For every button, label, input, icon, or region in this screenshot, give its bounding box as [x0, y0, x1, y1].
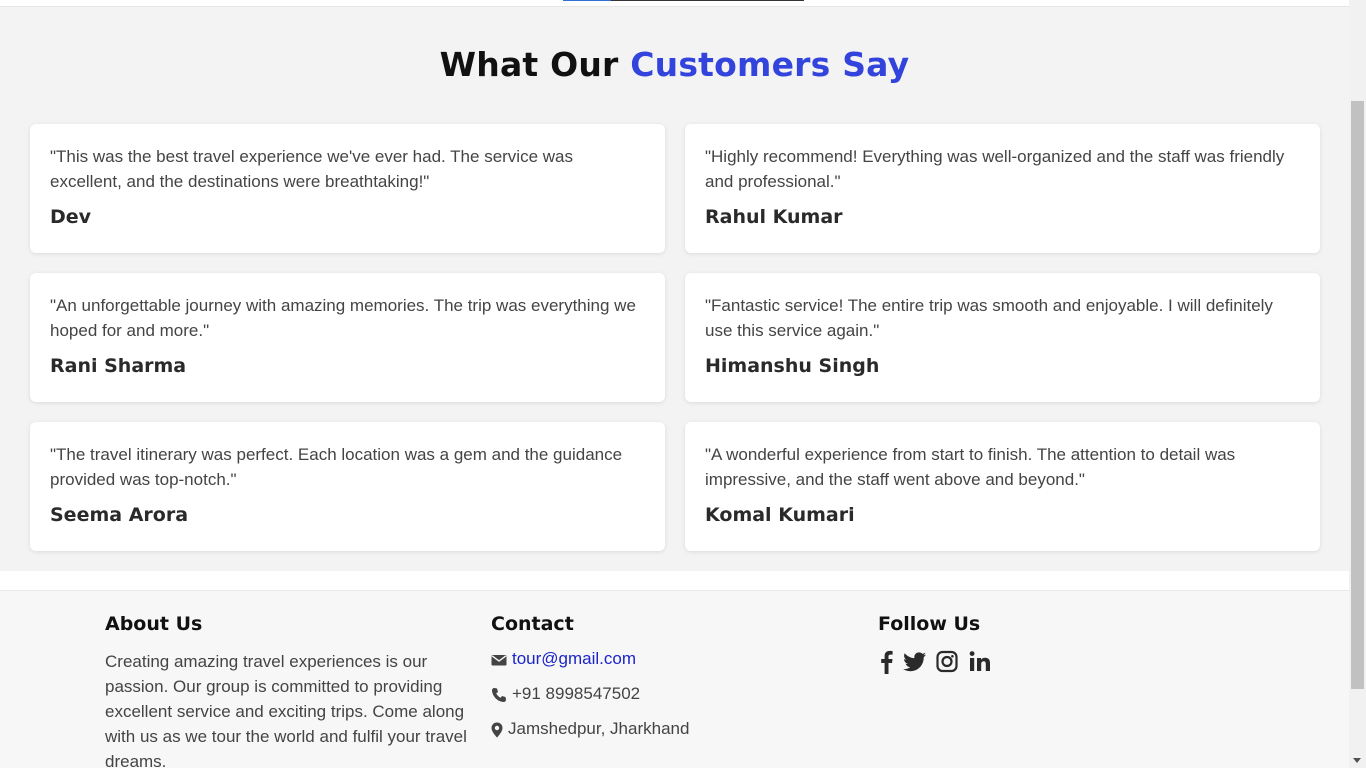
footer-divider: [0, 571, 1349, 591]
testimonial-quote: "This was the best travel experience we'…: [50, 147, 573, 191]
testimonial-quote: "Highly recommend! Everything was well-o…: [705, 147, 1285, 191]
testimonial-author: Rahul Kumar: [705, 206, 843, 228]
contact-location: Jamshedpur, Jharkhand: [491, 719, 689, 754]
nav-underline: [611, 0, 804, 1]
section-title: What Our Customers Say: [0, 45, 1349, 84]
testimonial-author: Seema Arora: [50, 504, 189, 526]
envelope-icon: [491, 655, 507, 666]
testimonial-quote: "A wonderful experience from start to fi…: [705, 445, 1236, 489]
about-text: Creating amazing travel experiences is o…: [105, 652, 467, 768]
facebook-icon[interactable]: [878, 649, 894, 674]
twitter-icon[interactable]: [902, 649, 927, 674]
testimonial-quote: "The travel itinerary was perfect. Each …: [50, 445, 623, 489]
footer-contact: Contact tour@gmail.com +91 8998547502 Ja…: [491, 613, 689, 754]
testimonial-card: "The travel itinerary was perfect. Each …: [30, 422, 665, 551]
testimonial-author: Himanshu Singh: [705, 355, 880, 377]
testimonial-quote: "An unforgettable journey with amazing m…: [50, 296, 636, 340]
location-text: Jamshedpur, Jharkhand: [508, 719, 690, 738]
section-title-accent: Customers Say: [630, 45, 910, 84]
instagram-icon[interactable]: [935, 649, 960, 674]
testimonial-author: Rani Sharma: [50, 355, 187, 377]
scroll-down-arrow-icon[interactable]: [1353, 758, 1361, 763]
top-nav-edge: [0, 0, 1349, 7]
phone-icon: [492, 688, 506, 702]
scrollbar-thumb[interactable]: [1351, 101, 1364, 689]
testimonial-quote: "Fantastic service! The entire trip was …: [705, 296, 1273, 340]
contact-heading: Contact: [491, 613, 574, 635]
section-title-prefix: What Our: [439, 45, 631, 84]
footer-about: About Us Creating amazing travel experie…: [105, 613, 470, 768]
testimonial-card: "An unforgettable journey with amazing m…: [30, 273, 665, 402]
site-footer: About Us Creating amazing travel experie…: [0, 591, 1349, 768]
map-marker-icon: [491, 722, 503, 738]
testimonial-card: "This was the best travel experience we'…: [30, 124, 665, 253]
testimonial-author: Komal Kumari: [705, 504, 855, 526]
about-heading: About Us: [105, 613, 203, 635]
follow-heading: Follow Us: [878, 613, 981, 635]
active-nav-indicator: [563, 0, 611, 1]
email-link[interactable]: tour@gmail.com: [512, 649, 636, 669]
testimonial-card: "A wonderful experience from start to fi…: [685, 422, 1320, 551]
testimonial-card: "Fantastic service! The entire trip was …: [685, 273, 1320, 402]
testimonial-card: "Highly recommend! Everything was well-o…: [685, 124, 1320, 253]
phone-number: +91 8998547502: [512, 684, 641, 703]
testimonial-author: Dev: [50, 206, 92, 228]
vertical-scrollbar[interactable]: [1349, 0, 1366, 768]
contact-email: tour@gmail.com: [491, 649, 689, 684]
social-links: [878, 649, 993, 674]
testimonials-section: What Our Customers Say "This was the bes…: [0, 7, 1349, 571]
linkedin-icon[interactable]: [968, 649, 993, 674]
footer-follow: Follow Us: [878, 613, 993, 674]
contact-phone: +91 8998547502: [491, 684, 689, 719]
